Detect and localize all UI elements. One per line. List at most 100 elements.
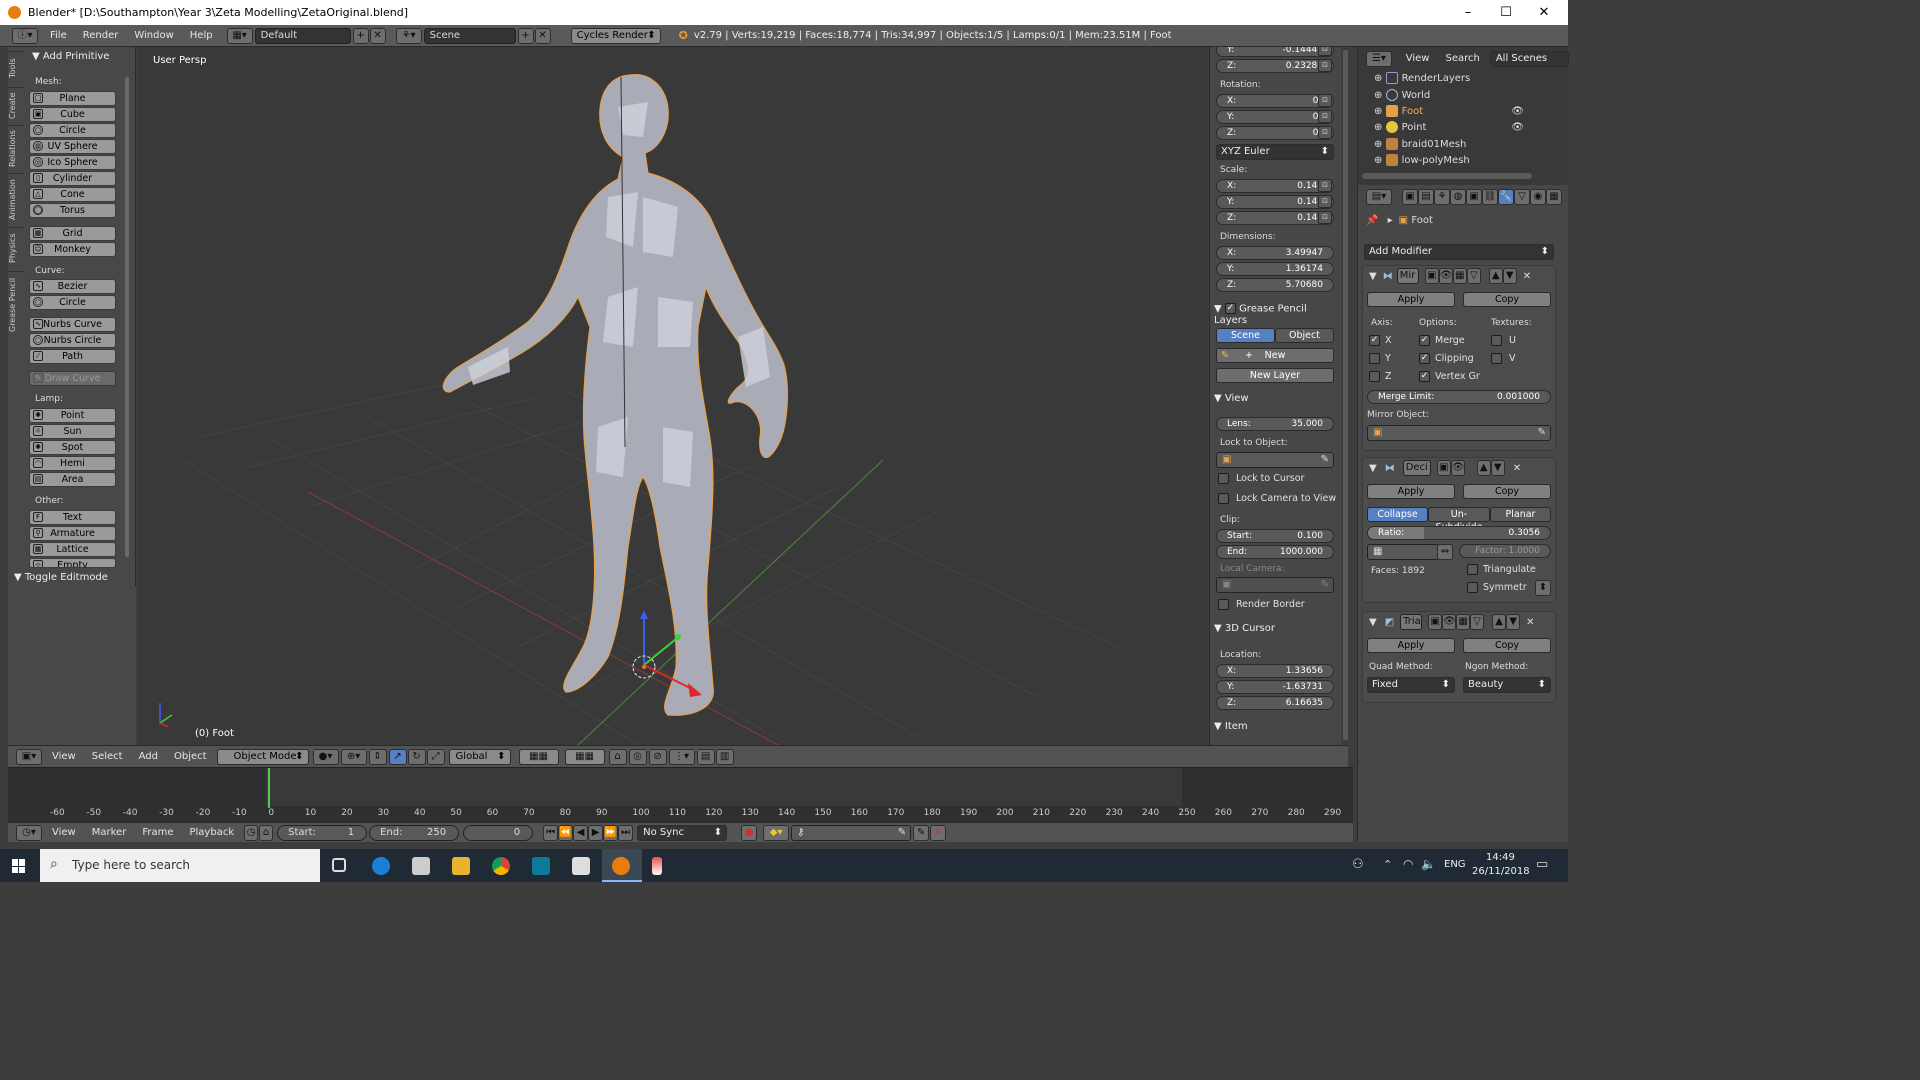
ngon-method-dropdown[interactable]: Beauty ⬍ bbox=[1463, 677, 1551, 693]
symmetry-factor-field[interactable]: Factor: 1.0000 bbox=[1459, 544, 1551, 558]
visibility-eye-icon[interactable]: 👁 bbox=[1511, 120, 1524, 136]
add-curve-circle-button[interactable]: ○ Circle bbox=[29, 295, 116, 310]
menu-outliner-search[interactable]: Search bbox=[1437, 48, 1487, 70]
axis-y-checkbox[interactable] bbox=[1369, 353, 1380, 364]
editmode-toggle-icon[interactable]: ▦ bbox=[1456, 614, 1471, 630]
render-context-icon[interactable]: ▣ bbox=[1402, 189, 1418, 205]
clock-time[interactable]: 14:49 bbox=[1486, 852, 1515, 863]
opengl-anim-icon[interactable]: ▥ bbox=[715, 748, 734, 765]
visual-studio-icon[interactable] bbox=[532, 857, 550, 875]
rotate-manipulator-icon[interactable]: ↻ bbox=[407, 748, 426, 765]
triangulate-checkbox[interactable] bbox=[1467, 564, 1478, 575]
dimensions-z-field[interactable]: Z: 5.70680 bbox=[1216, 278, 1334, 292]
world-context-icon[interactable]: ◍ bbox=[1450, 189, 1466, 205]
cursor-x-field[interactable]: X: 1.33656 bbox=[1216, 664, 1334, 678]
delete-keyframe-icon[interactable]: ✕ bbox=[930, 824, 947, 841]
mirror-copy-button[interactable]: Copy bbox=[1463, 292, 1551, 307]
rotation-y-field[interactable]: Y:0° bbox=[1216, 110, 1334, 124]
clip-end-field[interactable]: End: 1000.000 bbox=[1216, 545, 1334, 559]
add-spot-lamp-button[interactable]: ✺ Spot bbox=[29, 440, 116, 455]
people-icon[interactable]: ⚇ bbox=[1352, 857, 1364, 872]
editor-type-3d-icon[interactable]: ▣▾ bbox=[16, 748, 42, 765]
language-indicator[interactable]: ENG bbox=[1444, 859, 1466, 870]
render-engine-dropdown[interactable]: Cycles Render ⬍ bbox=[570, 27, 661, 44]
menu-frame[interactable]: Frame bbox=[134, 822, 181, 844]
add-text-button[interactable]: F Text bbox=[29, 510, 116, 525]
add-grid-button[interactable]: ▦ Grid bbox=[29, 226, 116, 241]
character-mesh[interactable] bbox=[442, 74, 788, 716]
play-icon[interactable]: ▶ bbox=[588, 824, 604, 841]
render-toggle-icon[interactable]: ▣ bbox=[1436, 460, 1451, 476]
lock-icon[interactable]: ⊡ bbox=[1318, 47, 1332, 56]
n-panel-scrollbar[interactable] bbox=[1343, 50, 1348, 740]
cage-toggle-icon[interactable]: ▽ bbox=[1470, 614, 1485, 630]
notifications-icon[interactable]: ▭ bbox=[1536, 857, 1548, 872]
scene-field[interactable]: Scene bbox=[423, 27, 516, 44]
triangulate-apply-button[interactable]: Apply bbox=[1367, 638, 1455, 653]
outliner-row-lowpolymesh[interactable]: ⊕ low-polyMesh bbox=[1374, 153, 1554, 169]
file-explorer-icon[interactable] bbox=[452, 857, 470, 875]
3d-viewport[interactable]: User Persp (0) Foot bbox=[138, 47, 1208, 745]
display-mode-dropdown[interactable]: All Scenes bbox=[1489, 51, 1569, 67]
editmode-toggle-icon[interactable]: ▦ bbox=[1452, 268, 1467, 284]
jump-key-back-icon[interactable]: ⏪ bbox=[558, 824, 574, 841]
3d-cursor-header[interactable]: ▼ 3D Cursor bbox=[1214, 623, 1275, 634]
invert-vertex-group-icon[interactable]: ⇔ bbox=[1437, 544, 1453, 560]
maximize-button[interactable]: ☐ bbox=[1487, 0, 1525, 25]
modifiers-context-icon[interactable]: 🔧 bbox=[1498, 189, 1514, 205]
dimensions-x-field[interactable]: X: 3.49947 bbox=[1216, 246, 1334, 260]
tab-create[interactable]: Create bbox=[8, 87, 24, 123]
add-monkey-button[interactable]: ☺ Monkey bbox=[29, 242, 116, 257]
lock-layers-icon[interactable]: ⌂ bbox=[608, 748, 627, 765]
axis-x-checkbox[interactable]: ✓ bbox=[1369, 335, 1380, 346]
render-toggle-icon[interactable]: ▣ bbox=[1428, 614, 1443, 630]
add-hemi-lamp-button[interactable]: ◠ Hemi bbox=[29, 456, 116, 471]
layout-field[interactable]: Default bbox=[254, 27, 351, 44]
timeline-editor[interactable]: -60 -50 -40 -30 -20 -10 0 10 20 30 40 50 60 70 80 90 100… bbox=[8, 767, 1353, 822]
triangulate-name-field[interactable]: Tria bbox=[1400, 614, 1423, 630]
scale-manipulator-icon[interactable]: ⤢ bbox=[426, 748, 445, 765]
remove-scene-icon[interactable]: ✕ bbox=[534, 27, 551, 44]
add-modifier-dropdown[interactable]: Add Modifier ⬍ bbox=[1364, 244, 1554, 260]
lock-icon[interactable]: ⊡ bbox=[1318, 179, 1332, 192]
add-uv-sphere-button[interactable]: ◍ UV Sphere bbox=[29, 139, 116, 154]
jump-start-icon[interactable]: ⏮ bbox=[543, 824, 559, 841]
minimize-button[interactable]: – bbox=[1449, 0, 1487, 25]
add-armature-button[interactable]: ⚲ Armature bbox=[29, 526, 116, 541]
remove-modifier-icon[interactable]: ✕ bbox=[1526, 617, 1534, 628]
cursor-z-field[interactable]: Z: 6.16635 bbox=[1216, 696, 1334, 710]
decimate-copy-button[interactable]: Copy bbox=[1463, 484, 1551, 499]
proportional-edit-icon[interactable]: ◎ bbox=[628, 748, 647, 765]
gp-scene-button[interactable]: Scene bbox=[1216, 328, 1275, 343]
add-nurbs-curve-button[interactable]: ∿ Nurbs Curve bbox=[29, 317, 116, 332]
add-primitive-header[interactable]: ▼ Add Primitive bbox=[24, 49, 109, 65]
lock-icon[interactable]: ⊡ bbox=[1318, 126, 1332, 139]
keying-set-icon[interactable]: ◆▾ bbox=[763, 824, 790, 841]
menu-view[interactable]: View bbox=[44, 746, 84, 768]
mirror-name-field[interactable]: Mir bbox=[1396, 268, 1419, 284]
gp-new-button[interactable]: ✎ + New bbox=[1216, 348, 1334, 363]
volume-icon[interactable]: 🔈 bbox=[1421, 857, 1436, 871]
layer-buttons-b[interactable]: ▦▦ bbox=[564, 748, 605, 765]
ratio-slider[interactable]: Ratio: 0.3056 bbox=[1367, 526, 1551, 540]
preview-range-icon[interactable]: ◷ bbox=[244, 824, 259, 841]
current-frame-field[interactable]: 0 bbox=[463, 824, 534, 841]
add-ico-sphere-button[interactable]: ◎ Ico Sphere bbox=[29, 155, 116, 170]
add-sun-lamp-button[interactable]: ☼ Sun bbox=[29, 424, 116, 439]
add-bezier-button[interactable]: ∿ Bezier bbox=[29, 279, 116, 294]
menu-marker[interactable]: Marker bbox=[84, 822, 135, 844]
texture-u-checkbox[interactable] bbox=[1491, 335, 1502, 346]
texture-context-icon[interactable]: ▦ bbox=[1546, 189, 1562, 205]
local-camera-field[interactable]: ▣ ✎ bbox=[1216, 577, 1334, 593]
add-empty-button[interactable]: ⊹ Empty bbox=[29, 558, 116, 568]
manipulator-toggle-icon[interactable]: ⇕ bbox=[368, 748, 387, 765]
toggle-editmode-header[interactable]: ▼ Toggle Editmode bbox=[14, 572, 134, 586]
add-path-button[interactable]: ⁄ Path bbox=[29, 349, 116, 364]
insert-keyframe-icon[interactable]: ✎ bbox=[913, 824, 930, 841]
add-cylinder-button[interactable]: ▯ Cylinder bbox=[29, 171, 116, 186]
tray-chevron-icon[interactable]: ⌃ bbox=[1383, 858, 1392, 871]
location-y-field[interactable]: Y: -0.14446 bbox=[1216, 47, 1334, 57]
merge-checkbox[interactable]: ✓ bbox=[1419, 335, 1430, 346]
rotation-z-field[interactable]: Z:0° bbox=[1216, 126, 1334, 140]
mode-dropdown[interactable]: Object Mode ⬍ bbox=[216, 748, 309, 765]
